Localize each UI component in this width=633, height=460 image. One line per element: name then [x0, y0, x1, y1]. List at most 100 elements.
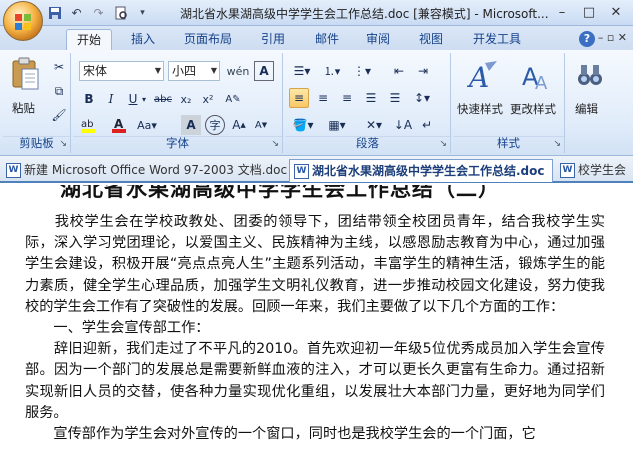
justify-icon[interactable]: ☰: [361, 88, 381, 108]
superscript-icon[interactable]: x²: [198, 89, 218, 109]
print-preview-icon[interactable]: [112, 4, 129, 21]
align-left-icon[interactable]: ≡: [289, 88, 309, 108]
clipboard-group: 粘贴 ✂ ⧉ 🖌 剪贴板 ↘: [3, 53, 71, 153]
undo-icon[interactable]: ↶: [68, 4, 85, 21]
quick-access-toolbar: ↶ ↷ ▾: [46, 4, 151, 21]
font-size-select[interactable]: 小四 ▼: [168, 61, 220, 81]
editing-label: 编辑: [575, 102, 598, 116]
font-color-icon[interactable]: A: [109, 115, 129, 135]
bullets-icon[interactable]: ☰▾: [289, 61, 315, 81]
document-body: 我校学生会在学校政教处、团委的领导下，团结带领全校团员青年，结合我校学生实际，深…: [25, 212, 605, 445]
line-spacing-icon[interactable]: ↕▾: [409, 88, 435, 108]
char-shading-icon[interactable]: A: [181, 115, 201, 135]
format-painter-icon[interactable]: 🖌: [49, 105, 69, 125]
office-button[interactable]: [3, 1, 43, 41]
align-center-icon[interactable]: ≡: [313, 88, 333, 108]
shading-icon[interactable]: 🪣▾: [289, 115, 317, 135]
paragraph-window: 宣传部作为学生会对外宣传的一个窗口，同时也是我校学生会的一个门面，它: [25, 426, 536, 443]
char-border-icon[interactable]: A: [254, 61, 274, 81]
strikethrough-icon[interactable]: abc: [153, 89, 173, 109]
styles-group-label: 样式: [497, 136, 520, 150]
word-doc-icon: W: [6, 163, 21, 178]
font-launcher-icon[interactable]: ↘: [271, 139, 279, 149]
doc-tab-work-summary[interactable]: W 湖北省水果湖高级中学学生会工作总结.doc: [289, 159, 553, 182]
quick-styles-icon: A: [467, 61, 497, 93]
document-page[interactable]: 湖北省水果湖高级中学学生会工作总结（二） 我校学生会在学校政教处、团委的领导下，…: [0, 185, 633, 460]
paragraph-intro: 我校学生会在学校政教处、团委的领导下，团结带领全校团员青年，结合我校学生实际，深…: [25, 214, 605, 315]
document-title: 湖北省水果湖高级中学学生会工作总结（二）: [60, 185, 500, 201]
underline-dropdown-icon[interactable]: ▾: [139, 89, 149, 109]
copy-icon[interactable]: ⧉: [49, 81, 69, 101]
phonetic-guide-icon[interactable]: wén: [226, 61, 250, 81]
sort-icon[interactable]: ↓A: [393, 115, 413, 135]
distributed-icon[interactable]: ☰: [385, 88, 405, 108]
maximize-button[interactable]: □: [576, 2, 602, 22]
tab-developer[interactable]: 开发工具: [463, 29, 531, 50]
clear-formatting-icon[interactable]: A✎: [223, 89, 243, 109]
redo-icon[interactable]: ↷: [90, 4, 107, 21]
document-tabs: W 新建 Microsoft Office Word 97-2003 文档.do…: [0, 156, 633, 183]
paste-icon: [12, 57, 39, 90]
show-marks-icon[interactable]: ↵: [417, 115, 437, 135]
ribbon: 粘贴 ✂ ⧉ 🖌 剪贴板 ↘ 宋体 ▼ 小四 ▼ wén A B I U ▾ abc…: [0, 50, 633, 156]
window-title: 湖北省水果湖高级中学学生会工作总结.doc [兼容模式] - Microsoft…: [180, 7, 549, 21]
change-case-icon[interactable]: Aa▾: [137, 115, 157, 135]
tab-view[interactable]: 视图: [409, 29, 453, 50]
align-right-icon[interactable]: ≡: [337, 88, 357, 108]
tab-mailings[interactable]: 邮件: [305, 29, 349, 50]
increase-indent-icon[interactable]: ⇥: [413, 61, 433, 81]
change-styles-icon: A A: [522, 63, 548, 93]
enclose-characters-icon[interactable]: 字: [205, 115, 225, 135]
quick-styles-label: 快速样式: [457, 102, 503, 116]
chinese-layout-icon[interactable]: ✕▾: [361, 115, 387, 135]
svg-text:A: A: [114, 117, 124, 131]
section-heading: 一、学生会宣传部工作：: [25, 320, 210, 337]
paragraph-group-label: 段落: [356, 136, 379, 150]
minimize-button[interactable]: –: [549, 2, 575, 22]
multilevel-list-icon[interactable]: ⋮▾: [349, 61, 375, 81]
numbering-icon[interactable]: ⒈▾: [319, 61, 345, 81]
paste-button[interactable]: 粘贴: [6, 57, 44, 121]
paragraph-launcher-icon[interactable]: ↘: [439, 139, 447, 149]
quick-styles-button[interactable]: A 快速样式: [455, 57, 507, 131]
font-name-select[interactable]: 宋体 ▼: [79, 61, 164, 81]
styles-launcher-icon[interactable]: ↘: [553, 139, 561, 149]
decrease-indent-icon[interactable]: ⇤: [389, 61, 409, 81]
editing-button[interactable]: 编辑: [569, 57, 611, 131]
editing-group: 编辑: [567, 53, 613, 153]
help-icon[interactable]: ?: [579, 31, 595, 47]
word-doc-icon: W: [294, 164, 309, 179]
highlight-icon[interactable]: ab: [79, 115, 99, 135]
customize-qat-icon[interactable]: ▾: [134, 4, 151, 21]
grow-font-icon[interactable]: A ▲: [229, 115, 249, 135]
subscript-icon[interactable]: x₂: [176, 89, 196, 109]
tab-page-layout[interactable]: 页面布局: [174, 29, 242, 50]
paste-label: 粘贴: [12, 101, 35, 115]
clipboard-launcher-icon[interactable]: ↘: [59, 139, 67, 149]
change-styles-button[interactable]: A A 更改样式: [510, 57, 564, 131]
tab-home[interactable]: 开始: [66, 29, 113, 50]
document-window-controls[interactable]: – ▫ ✕: [598, 31, 627, 44]
font-group-label: 字体: [166, 136, 189, 150]
binoculars-icon: [578, 65, 602, 85]
word-doc-icon: W: [560, 163, 575, 178]
italic-icon[interactable]: I: [101, 89, 121, 109]
borders-icon[interactable]: ▦▾: [323, 115, 351, 135]
svg-text:A: A: [535, 73, 548, 93]
paragraph-group: ☰▾ ⒈▾ ⋮▾ ⇤ ⇥ ≡ ≡ ≡ ☰ ☰ ↕▾ 🪣▾ ▦▾ ✕▾ ↓A ↵ …: [285, 53, 451, 153]
bold-icon[interactable]: B: [79, 89, 99, 109]
shrink-font-icon[interactable]: A ▼: [251, 115, 271, 135]
save-icon[interactable]: [46, 4, 63, 21]
close-button[interactable]: ✕: [603, 2, 629, 22]
doc-tab-student-union[interactable]: W 校学生会: [556, 159, 633, 182]
svg-text:A: A: [467, 61, 489, 93]
doc-tab-label: 湖北省水果湖高级中学学生会工作总结.doc: [312, 164, 545, 178]
office-logo-icon: [15, 14, 31, 30]
tab-insert[interactable]: 插入: [121, 29, 165, 50]
doc-tab-new-document[interactable]: W 新建 Microsoft Office Word 97-2003 文档.do…: [2, 159, 288, 182]
doc-tab-label: 新建 Microsoft Office Word 97-2003 文档.doc: [24, 163, 288, 177]
tab-references[interactable]: 引用: [251, 29, 295, 50]
cut-icon[interactable]: ✂: [49, 57, 69, 77]
tab-review[interactable]: 审阅: [356, 29, 400, 50]
title-bar: ↶ ↷ ▾ 湖北省水果湖高级中学学生会工作总结.doc [兼容模式] - Mic…: [0, 0, 633, 26]
